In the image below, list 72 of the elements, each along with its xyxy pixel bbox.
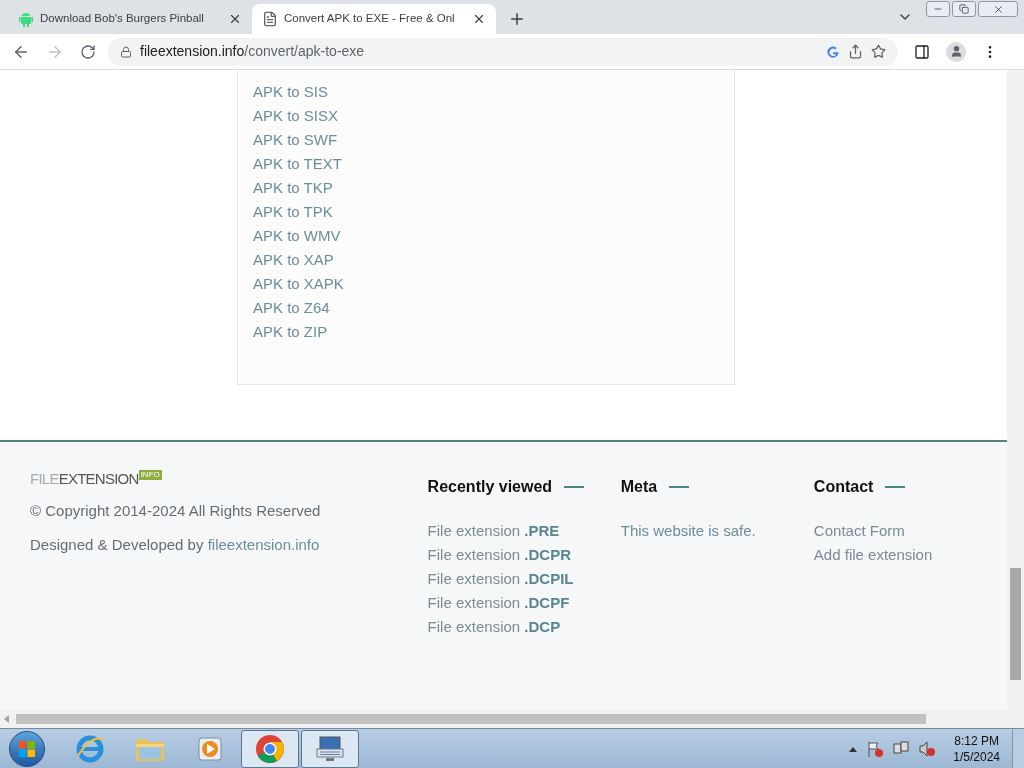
minimize-button[interactable] bbox=[926, 1, 950, 17]
android-icon bbox=[18, 11, 34, 27]
document-icon bbox=[262, 11, 278, 27]
clock-date[interactable]: 1/5/2024 bbox=[953, 748, 1000, 765]
bookmark-star-icon[interactable] bbox=[871, 44, 886, 59]
recent-extension-link[interactable]: File extension .DCPR bbox=[427, 543, 571, 567]
reload-icon[interactable] bbox=[80, 43, 96, 60]
lock-icon bbox=[120, 45, 132, 58]
meta-text: This website is safe. bbox=[620, 521, 757, 541]
address-bar[interactable]: fileextension.info/convert/apk-to-exe bbox=[108, 37, 898, 66]
scrollbar-thumb[interactable] bbox=[1010, 568, 1021, 680]
credit-text: Designed & Developed by fileextension.info bbox=[30, 534, 321, 555]
close-icon[interactable] bbox=[228, 12, 242, 26]
windows-logo-icon bbox=[18, 739, 36, 758]
heading-accent-line bbox=[669, 486, 690, 488]
contact-link[interactable]: Add file extension bbox=[813, 543, 933, 567]
credit-link[interactable]: fileextension.info bbox=[207, 535, 320, 553]
heading-accent-line bbox=[564, 486, 585, 488]
recent-extension-link[interactable]: File extension .PRE bbox=[427, 519, 560, 543]
monitor-keyboard-icon bbox=[315, 734, 345, 763]
network-icon[interactable] bbox=[893, 740, 910, 757]
footer-heading: Meta bbox=[620, 477, 658, 497]
url-text: fileextension.info/convert/apk-to-exe bbox=[140, 42, 366, 61]
scrollbar-thumb[interactable] bbox=[16, 714, 926, 724]
recent-extension-link[interactable]: File extension .DCPIL bbox=[427, 567, 574, 591]
browser-tab[interactable]: Convert APK to EXE - Free & Onl bbox=[252, 4, 496, 34]
contact-link[interactable]: Contact Form bbox=[813, 519, 905, 543]
conversion-link[interactable]: APK to Z64 bbox=[253, 296, 330, 320]
copyright-text: © Copyright 2014-2024 All Rights Reserved bbox=[30, 501, 322, 521]
new-tab-icon[interactable] bbox=[508, 10, 526, 28]
browser-tab[interactable]: Download Bob's Burgers Pinball bbox=[8, 4, 252, 34]
heading-accent-line bbox=[885, 486, 906, 488]
show-hidden-icons-icon[interactable] bbox=[849, 745, 858, 752]
share-icon[interactable] bbox=[848, 44, 863, 59]
clock-time[interactable]: 8:12 PM bbox=[954, 732, 999, 749]
show-desktop-button[interactable] bbox=[1012, 728, 1024, 768]
logo-extension-text: EXTENSION bbox=[58, 470, 139, 488]
tab-title: Convert APK to EXE - Free & Onl bbox=[284, 11, 456, 27]
scroll-left-icon[interactable] bbox=[4, 715, 10, 723]
conversion-link[interactable]: APK to SISX bbox=[253, 104, 339, 128]
close-icon bbox=[992, 3, 1004, 15]
conversion-link[interactable]: APK to WMV bbox=[253, 224, 341, 248]
flag-warning-icon[interactable] bbox=[867, 740, 884, 757]
footer-heading: Contact bbox=[813, 477, 874, 497]
conversion-link[interactable]: APK to XAPK bbox=[253, 272, 344, 296]
tab-title: Download Bob's Burgers Pinball bbox=[40, 11, 205, 27]
chrome-icon bbox=[255, 733, 285, 764]
taskbar-button[interactable] bbox=[241, 729, 299, 768]
restore-button[interactable] bbox=[952, 1, 976, 17]
conversion-link[interactable]: APK to TEXT bbox=[253, 152, 342, 176]
logo-badge: INFO bbox=[138, 470, 162, 480]
restore-icon bbox=[959, 4, 969, 14]
side-panel-icon[interactable] bbox=[914, 43, 930, 60]
muted-speaker-icon[interactable] bbox=[919, 740, 936, 757]
conversion-link[interactable]: APK to TPK bbox=[253, 200, 333, 224]
g-logo-icon[interactable] bbox=[826, 44, 840, 59]
conversion-link[interactable]: APK to SIS bbox=[253, 80, 329, 104]
logo-file-text: FILE bbox=[30, 470, 59, 488]
recent-extension-link[interactable]: File extension .DCP bbox=[427, 615, 561, 639]
taskbar-button[interactable] bbox=[301, 729, 359, 768]
recent-extension-link[interactable]: File extension .DCPF bbox=[427, 591, 570, 615]
conversion-link[interactable]: APK to XAP bbox=[253, 248, 334, 272]
browser-e-icon bbox=[75, 733, 105, 764]
start-button[interactable] bbox=[9, 730, 45, 767]
profile-avatar[interactable] bbox=[946, 41, 966, 62]
close-icon[interactable] bbox=[472, 12, 486, 26]
footer-heading: Recently viewed bbox=[427, 477, 553, 497]
conversion-link[interactable]: APK to ZIP bbox=[253, 320, 328, 344]
close-button[interactable] bbox=[978, 1, 1018, 17]
conversion-link[interactable]: APK to SWF bbox=[253, 128, 338, 152]
media-player-icon bbox=[196, 734, 224, 763]
conversion-link[interactable]: APK to TKP bbox=[253, 176, 333, 200]
